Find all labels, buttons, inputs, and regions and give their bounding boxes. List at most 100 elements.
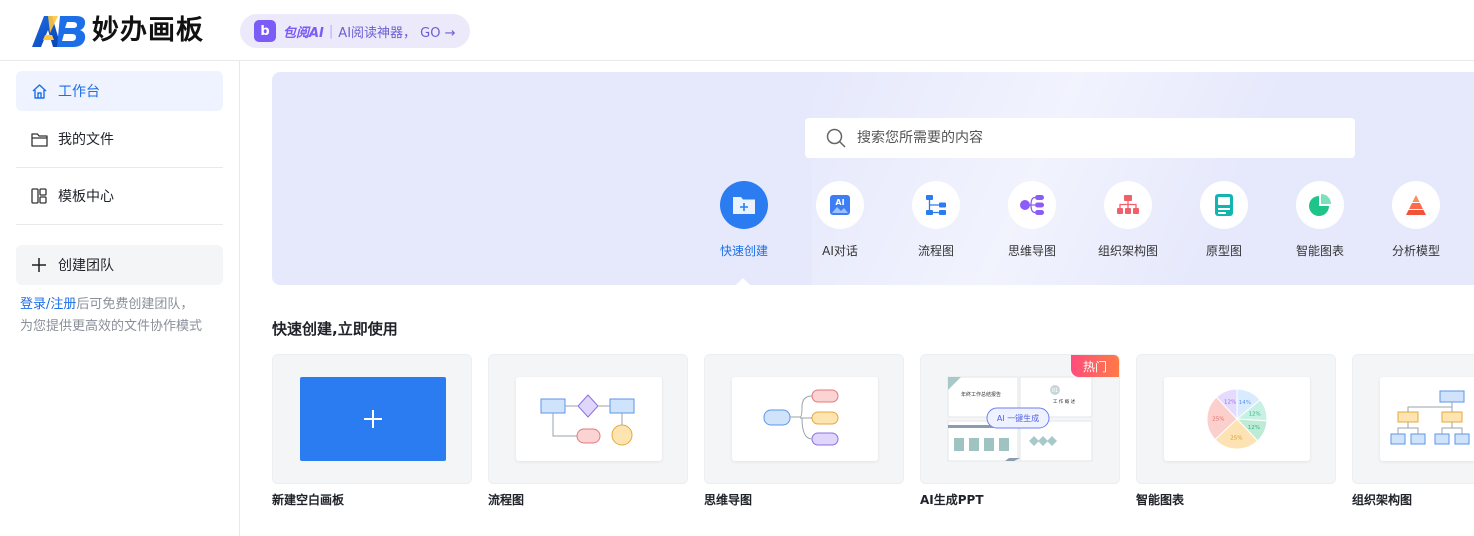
top-header: 妙办画板 b 包阅AI | AI阅读神器， GO → [0,0,1474,61]
section-title: 快速创建,立即使用 [272,320,398,338]
tool-circle: AI [816,181,864,229]
tool-mindmap[interactable]: 思维导图 [984,181,1080,259]
pie-chart-icon [1309,194,1331,216]
active-tool-pointer [735,278,751,286]
tool-flowchart[interactable]: 流程图 [888,181,984,259]
ppt-thumb-heading: 年终工作总结报告 [961,391,1001,398]
card-title: AI生成PPT [920,493,984,507]
promo-text: AI阅读神器， GO → [338,25,456,41]
tool-circle [912,181,960,229]
pyramid-icon [1406,195,1426,215]
sidebar-item-templates[interactable]: 模板中心 [16,176,223,216]
tool-circle [1296,181,1344,229]
folder-plus-icon [733,197,755,214]
home-icon [30,82,48,100]
template-icon [30,187,48,205]
tool-circle [1008,181,1056,229]
tool-smart-chart[interactable]: 智能图表 [1272,181,1368,259]
folder-icon [30,130,48,148]
tool-label: 分析模型 [1391,244,1440,258]
sidebar-item-label: 工作台 [58,84,100,100]
hero-banner: 快速创建 AI AI对话 流程图 思维导图 组织架构图 原型图 智 [272,72,1474,285]
ppt-thumb-button: AI 一键生成 [997,413,1039,423]
flowchart-icon [926,195,946,215]
login-register-link[interactable]: 登录/注册 [20,297,76,312]
sidebar-item-label: 我的文件 [58,132,114,148]
login-tip-text: 后可免费创建团队， [76,297,194,312]
mindmap-thumb [732,377,878,461]
tool-label: 智能图表 [1295,244,1344,258]
pie-slice-label: 12% [1249,411,1261,417]
sidebar-item-my-files[interactable]: 我的文件 [16,119,223,159]
app-logo[interactable]: 妙办画板 [30,12,204,50]
sidebar-divider [16,224,223,225]
promo-banner[interactable]: b 包阅AI | AI阅读神器， GO → [240,14,470,48]
card-flowchart[interactable] [488,354,688,484]
pie-preview: 14%12%12%25%25%12% [1206,388,1268,450]
org-chart-preview-icon [1390,390,1470,445]
ppt-thumb-section: 工 作 概 述 [1053,398,1076,405]
card-smart-chart[interactable]: 14% 12% 12% 25% 25% 12% [1136,354,1336,484]
tool-label: 原型图 [1205,244,1242,258]
tool-analysis-model[interactable]: 分析模型 [1368,181,1464,259]
search-input[interactable] [857,130,1337,146]
sidebar-divider [16,167,223,168]
card-title: 思维导图 [704,493,753,507]
tool-circle [720,181,768,229]
tool-ai-chat[interactable]: AI AI对话 [792,181,888,259]
plus-icon [364,410,382,428]
sidebar-item-workbench[interactable]: 工作台 [16,71,223,111]
hot-badge: 热门 [1071,355,1119,377]
login-tip-text-2: 为您提供更高效的文件协作模式 [20,319,203,334]
blank-board-thumb [300,377,446,461]
ppt-thumb-num: 01 [1052,388,1058,394]
tool-circle [1200,181,1248,229]
create-team-button[interactable]: 创建团队 [16,245,223,285]
pie-slice-label: 25% [1230,436,1242,442]
pie-slice-label: 25% [1212,416,1224,422]
login-tip: 登录/注册后可免费创建团队， 为您提供更高效的文件协作模式 [20,294,230,338]
org-chart-thumb [1380,377,1474,461]
tool-org-chart[interactable]: 组织架构图 [1080,181,1176,259]
tool-label: 流程图 [917,244,954,258]
tool-circle [1392,181,1440,229]
sidebar: 工作台 我的文件 模板中心 创建团队 登录/注册后可免费创建团队， 为您提供更高… [0,61,240,536]
card-title: 新建空白画板 [272,493,345,507]
svg-text:AI: AI [835,198,844,207]
tool-label: 快速创建 [719,244,768,258]
create-team-label: 创建团队 [58,258,114,274]
flowchart-preview-icon [540,394,635,446]
pie-slice-label: 12% [1248,425,1260,431]
card-title: 流程图 [488,493,525,507]
flowchart-thumb [516,377,662,461]
card-mindmap[interactable] [704,354,904,484]
tool-label: 思维导图 [1007,244,1056,258]
org-chart-icon [1117,195,1139,214]
chart-thumb: 14% 12% 12% 25% 25% 12% [1164,377,1310,461]
card-ai-ppt[interactable]: 年终工作总结报告 01 工 作 概 述 AI 一键生成 热门 [920,354,1120,484]
sidebar-item-label: 模板中心 [58,189,114,205]
tool-quick-create[interactable]: 快速创建 [696,181,792,259]
logo-mark-icon [32,16,86,47]
plus-icon [30,256,48,274]
pie-slice-label: 12% [1224,400,1236,406]
tool-prototype[interactable]: 原型图 [1176,181,1272,259]
search-icon [826,128,846,148]
tool-circle [1104,181,1152,229]
card-title: 智能图表 [1136,493,1185,507]
card-new-blank-board[interactable] [272,354,472,484]
tool-label: AI对话 [822,244,858,258]
pie-slice-label: 14% [1239,400,1251,406]
bookmark-b-icon: b [254,20,276,42]
search-box[interactable] [805,118,1355,158]
mindmap-icon [1020,195,1044,215]
promo-brand: 包阅AI [283,25,324,41]
card-title: 组织架构图 [1352,493,1413,507]
mindmap-preview-icon [763,389,839,446]
ai-chat-icon: AI [830,195,850,215]
promo-separator: | [328,23,334,39]
app-name: 妙办画板 [92,15,204,46]
tool-label: 组织架构图 [1097,244,1158,258]
prototype-icon [1215,194,1233,216]
card-org-chart[interactable] [1352,354,1474,484]
